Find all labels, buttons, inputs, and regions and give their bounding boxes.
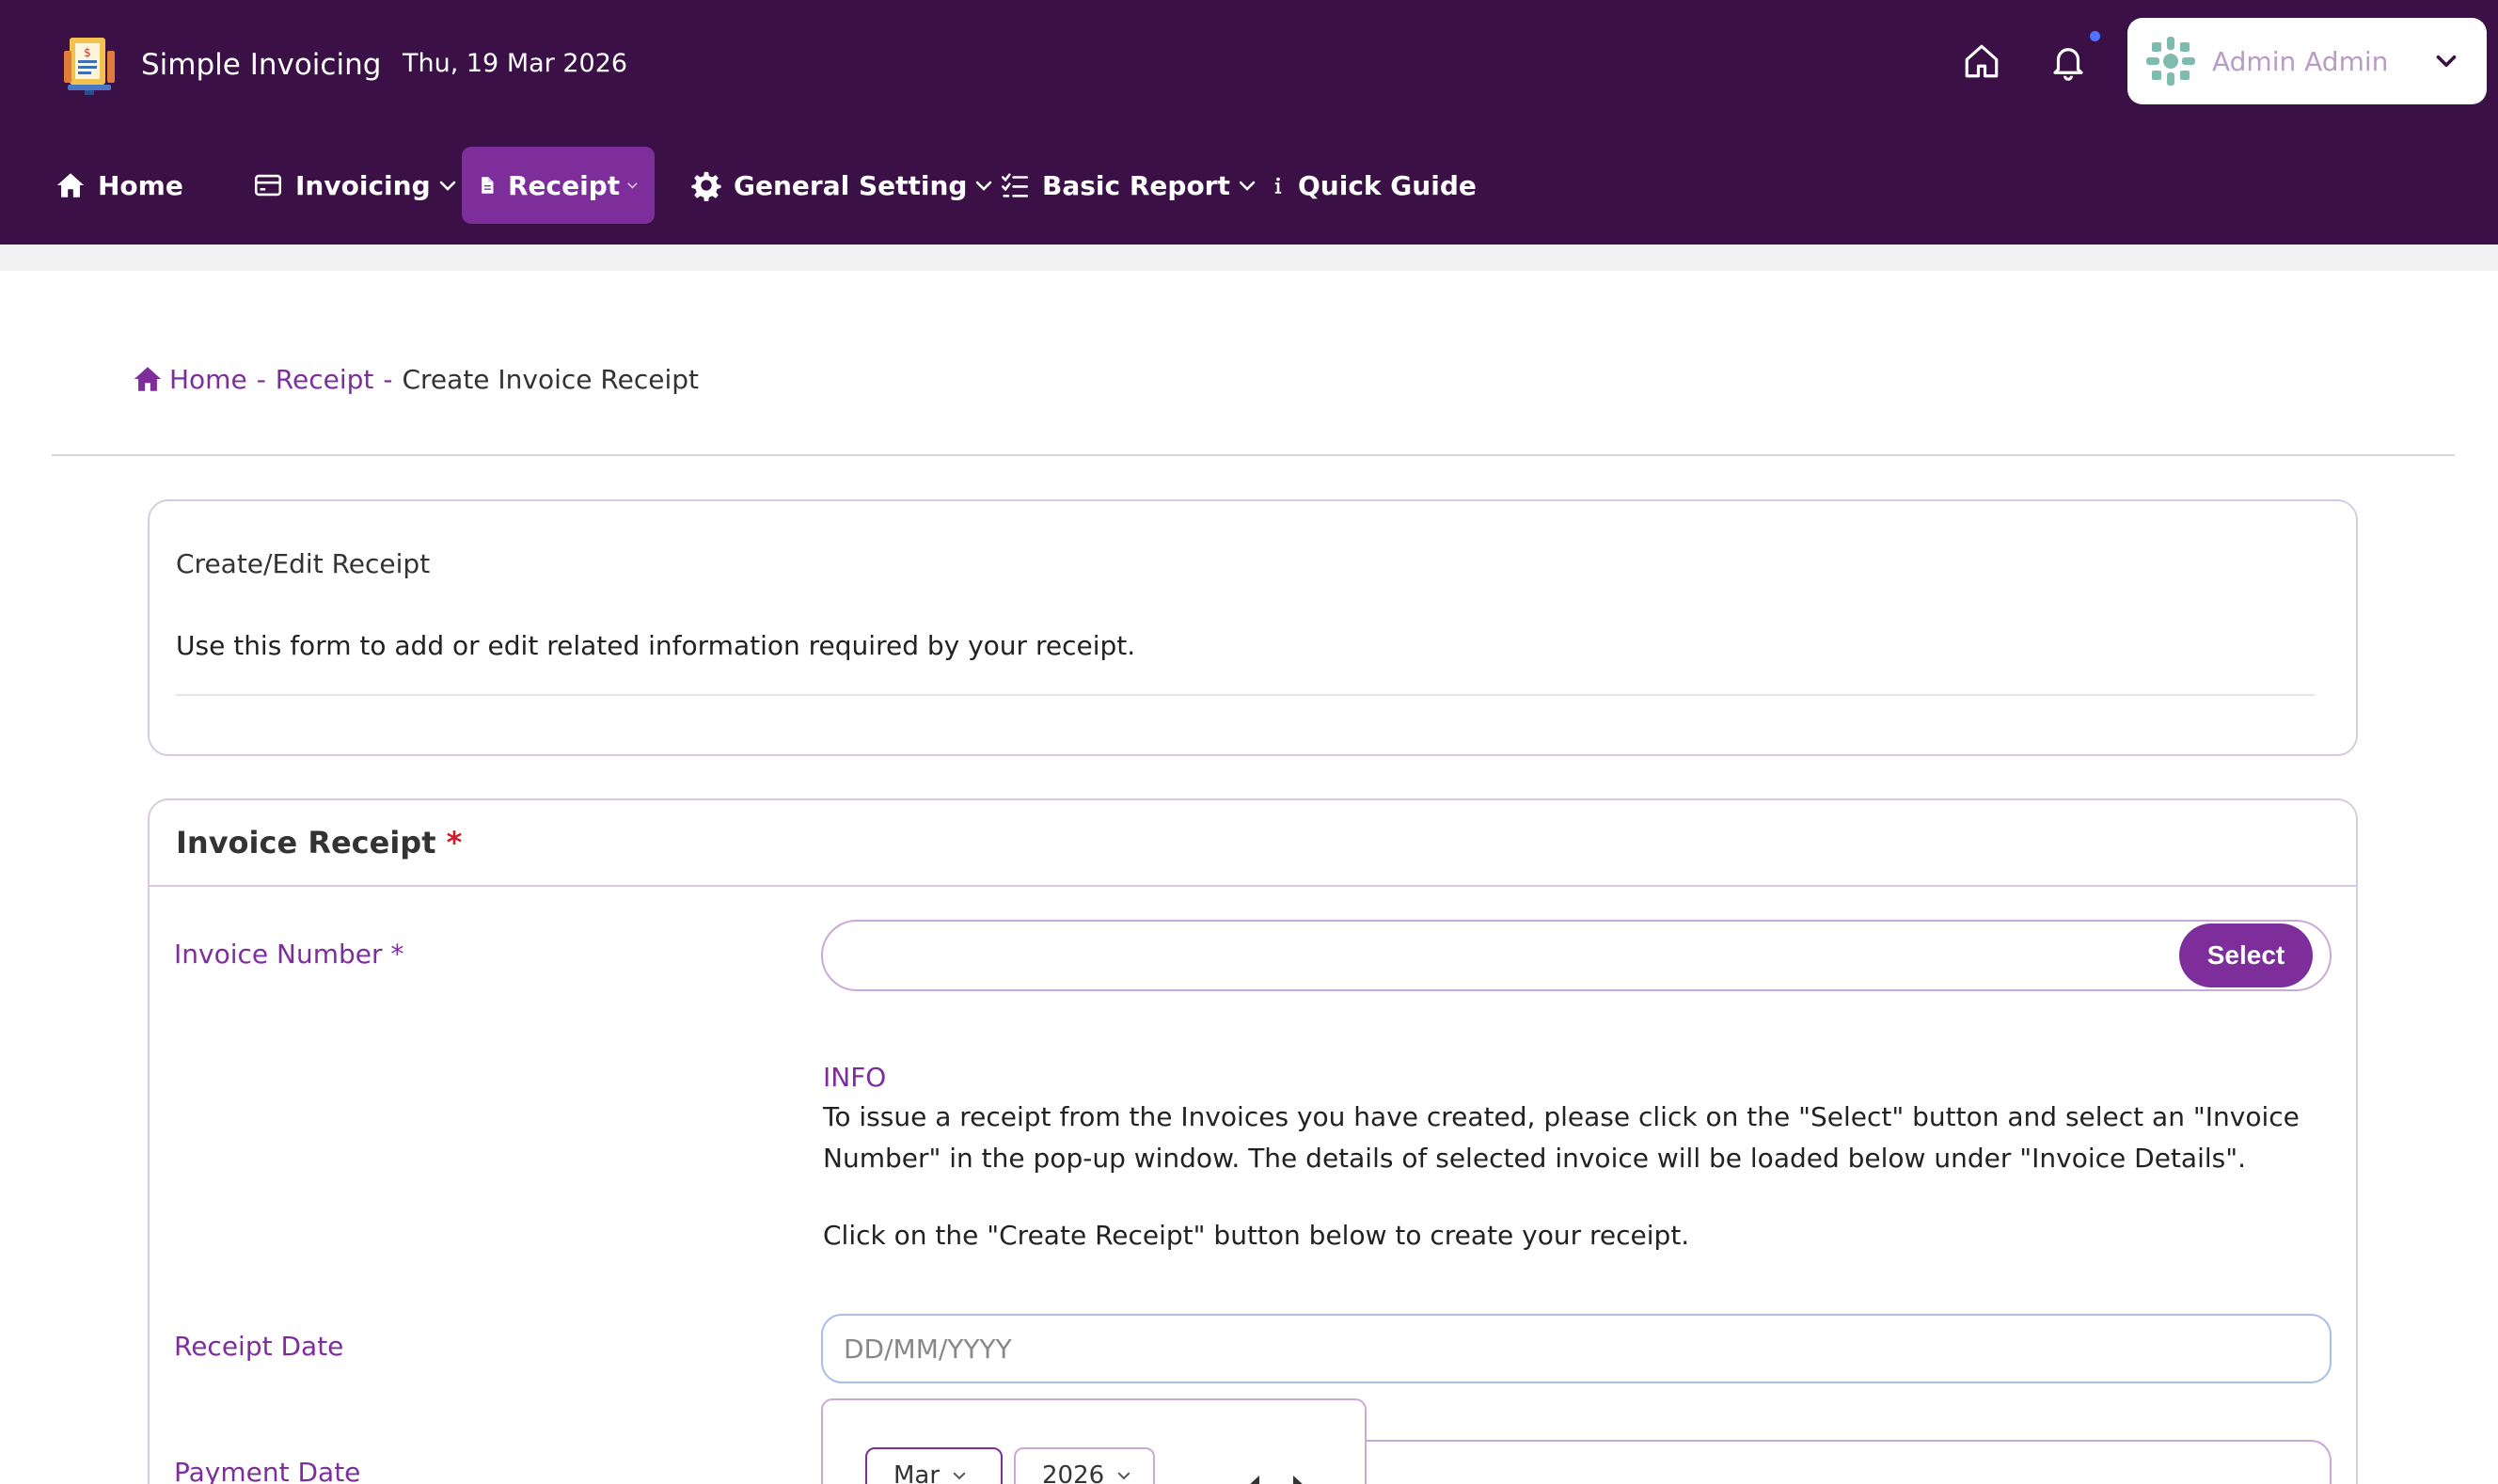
- nav-invoicing[interactable]: Invoicing: [237, 147, 474, 224]
- main-nav: Home Invoicing Receipt General Setting B…: [0, 147, 2498, 224]
- divider: [52, 454, 2455, 456]
- info-text: To issue a receipt from the Invoices you…: [823, 1101, 2300, 1174]
- nav-general-setting-label: General Setting: [734, 169, 968, 201]
- info-text-create: Click on the "Create Receipt" button bel…: [823, 1220, 1690, 1251]
- user-menu[interactable]: Admin Admin: [2127, 18, 2487, 104]
- chevron-down-icon: [627, 182, 638, 189]
- chevron-down-icon: [2436, 55, 2457, 68]
- nav-home-label: Home: [98, 169, 183, 201]
- card-header: Invoice Receipt *: [150, 800, 2356, 887]
- nav-home[interactable]: Home: [40, 147, 198, 224]
- breadcrumb-separator: -: [256, 363, 266, 395]
- nav-quick-guide[interactable]: Quick Guide: [1253, 147, 1492, 224]
- intro-card: Create/Edit Receipt Use this form to add…: [148, 499, 2358, 756]
- receipt-date-placeholder: DD/MM/YYYY: [844, 1333, 1012, 1365]
- gear-icon: [691, 171, 721, 201]
- year-value: 2026: [1042, 1461, 1105, 1484]
- chevron-down-icon: [953, 1472, 966, 1480]
- top-header: $ Simple Invoicing Thu, 19 Mar 2026 Admi…: [0, 0, 2498, 245]
- receipt-date-input[interactable]: DD/MM/YYYY: [821, 1314, 2332, 1383]
- breadcrumb-receipt-link[interactable]: Receipt: [276, 364, 374, 395]
- invoice-number-field[interactable]: Select: [821, 920, 2332, 991]
- brand[interactable]: $ Simple Invoicing: [60, 34, 381, 96]
- next-month-icon[interactable]: [1288, 1474, 1308, 1484]
- home-icon[interactable]: [1962, 41, 2001, 81]
- payment-date-input[interactable]: [1364, 1440, 2332, 1484]
- receipt-date-label: Receipt Date: [174, 1331, 344, 1362]
- notification-dot: [2090, 31, 2100, 41]
- date-picker-popup: Mar 2026: [821, 1398, 1367, 1484]
- nav-receipt[interactable]: Receipt: [462, 147, 655, 224]
- chevron-down-icon: [1117, 1472, 1130, 1480]
- document-icon: [482, 177, 494, 194]
- card-icon: [254, 174, 282, 197]
- current-date: Thu, 19 Mar 2026: [403, 49, 628, 78]
- section-title: Invoice Receipt *: [176, 825, 462, 860]
- section-title-text: Invoice Receipt: [176, 825, 436, 860]
- nav-basic-report[interactable]: Basic Report: [984, 147, 1273, 224]
- breadcrumb: Home - Receipt - Create Invoice Receipt: [132, 363, 699, 395]
- app-name: Simple Invoicing: [141, 48, 382, 82]
- nav-quick-guide-label: Quick Guide: [1298, 169, 1477, 201]
- invoice-number-label-text: Invoice Number: [174, 939, 383, 970]
- app-logo-icon: $: [64, 38, 115, 95]
- svg-text:$: $: [84, 46, 91, 59]
- bell-icon[interactable]: [2048, 41, 2088, 81]
- previous-month-icon[interactable]: [1244, 1474, 1265, 1484]
- header-shadow-bar: [0, 245, 2498, 271]
- intro-card-title: Create/Edit Receipt: [176, 548, 431, 579]
- year-select[interactable]: 2026: [1014, 1447, 1155, 1484]
- avatar-icon: [2146, 37, 2195, 86]
- breadcrumb-current: Create Invoice Receipt: [402, 363, 700, 395]
- home-solid-icon: [56, 173, 85, 197]
- checklist-icon: [1001, 173, 1029, 197]
- nav-receipt-label: Receipt: [508, 169, 621, 201]
- nav-general-setting[interactable]: General Setting: [675, 147, 1010, 224]
- required-mark: *: [390, 939, 404, 970]
- home-solid-icon[interactable]: [132, 363, 164, 395]
- breadcrumb-separator: -: [383, 363, 393, 395]
- chevron-down-icon: [439, 181, 455, 191]
- info-title: INFO: [823, 1062, 887, 1093]
- nav-invoicing-label: Invoicing: [295, 169, 431, 201]
- payment-date-label: Payment Date: [174, 1457, 361, 1484]
- breadcrumb-home-link[interactable]: Home: [169, 364, 247, 395]
- user-name: Admin Admin: [2212, 45, 2389, 77]
- divider: [176, 694, 2315, 696]
- invoice-number-label: Invoice Number *: [174, 939, 403, 970]
- month-value: Mar: [893, 1461, 941, 1484]
- month-select[interactable]: Mar: [865, 1447, 1003, 1484]
- info-icon: [1274, 177, 1282, 194]
- required-mark: *: [446, 825, 463, 860]
- nav-basic-report-label: Basic Report: [1042, 169, 1230, 201]
- select-invoice-button[interactable]: Select: [2179, 924, 2313, 987]
- intro-card-description: Use this form to add or edit related inf…: [176, 630, 1136, 661]
